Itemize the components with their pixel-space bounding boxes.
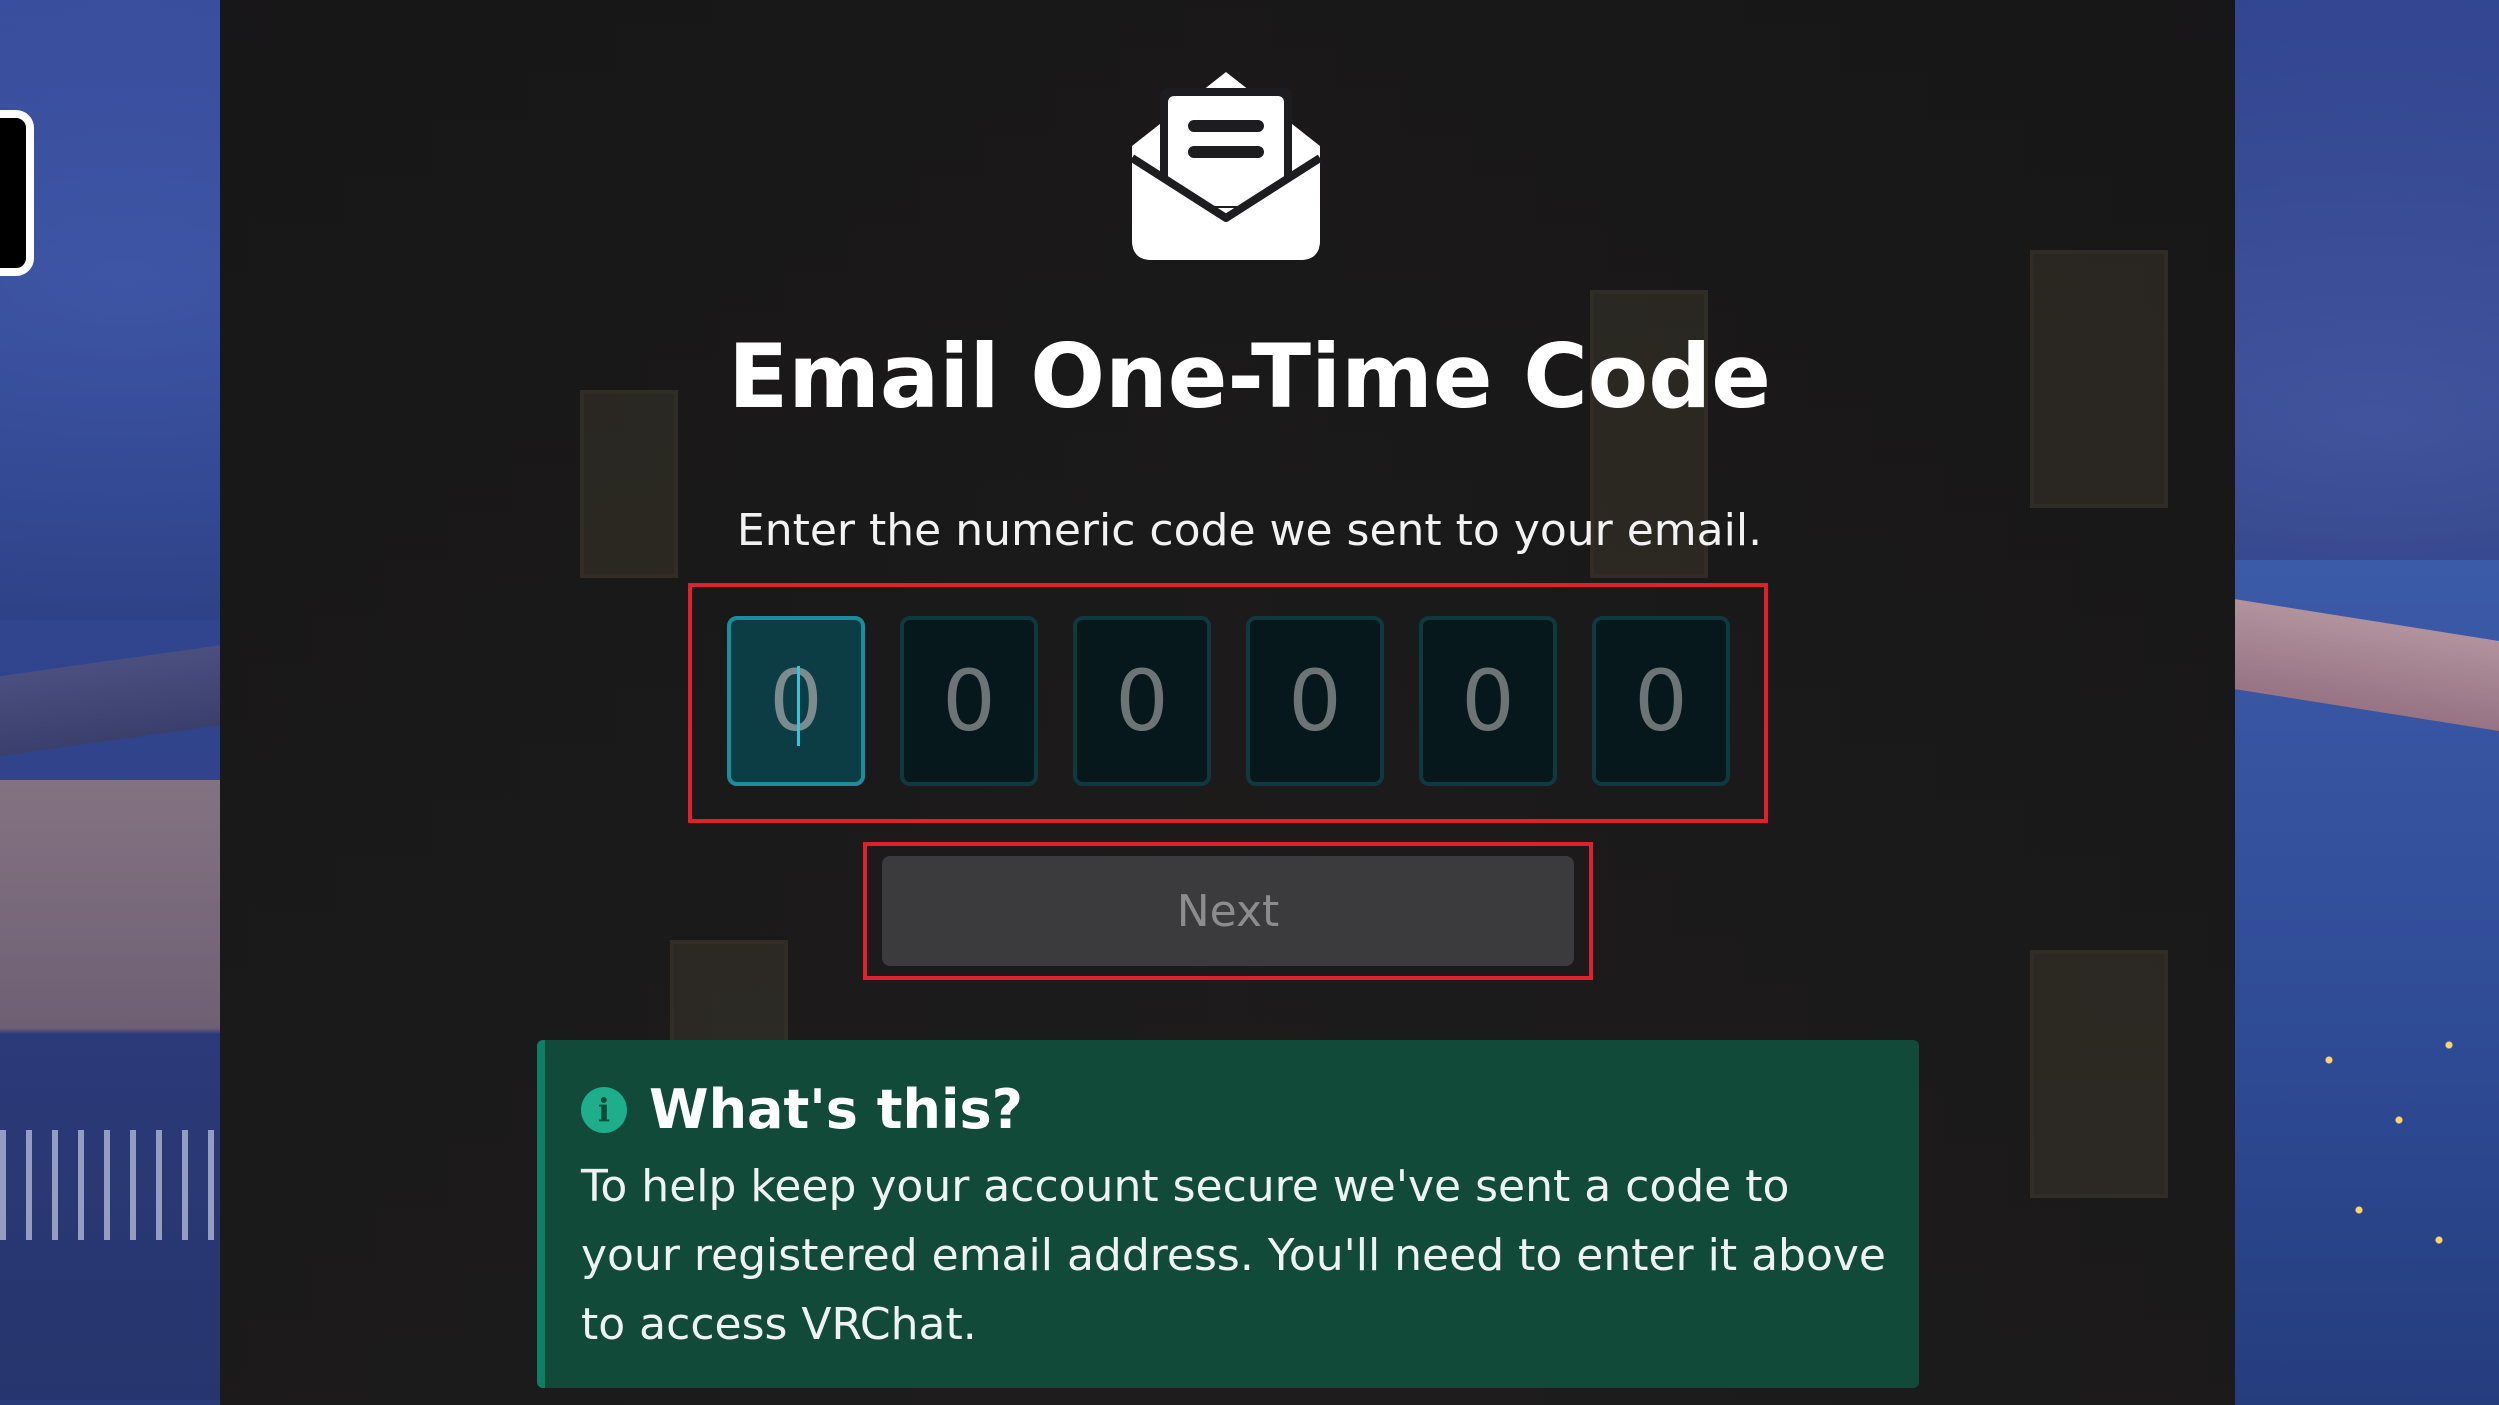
background-left-porch (0, 780, 230, 1400)
code-digit-4[interactable]: 0 (1246, 616, 1384, 786)
code-digit-placeholder: 0 (1115, 652, 1169, 750)
info-title: What's this? (649, 1078, 1023, 1141)
code-digit-6[interactable]: 0 (1592, 616, 1730, 786)
code-digit-placeholder: 0 (1461, 652, 1515, 750)
info-box: i What's this? To help keep your account… (537, 1040, 1919, 1388)
background-string-lights (2289, 1000, 2489, 1300)
info-header: i What's this? (581, 1078, 1023, 1141)
page-title: Email One-Time Code (728, 325, 1771, 428)
code-digit-placeholder: 0 (942, 652, 996, 750)
code-digit-3[interactable]: 0 (1073, 616, 1211, 786)
code-digit-5[interactable]: 0 (1419, 616, 1557, 786)
background-window (2030, 950, 2168, 1198)
info-circle-icon: i (581, 1086, 627, 1133)
left-edge-panel-tab (0, 110, 34, 276)
code-digit-1[interactable]: 0 (727, 616, 865, 786)
page-subtitle: Enter the numeric code we sent to your e… (736, 505, 1763, 556)
code-digit-2[interactable]: 0 (900, 616, 1038, 786)
page: Email One-Time Code Enter the numeric co… (0, 0, 2499, 1405)
code-input-group: 0 0 0 0 0 0 (727, 616, 1730, 786)
background-left-railing (0, 1130, 230, 1240)
info-body-text: To help keep your account secure we've s… (581, 1161, 1887, 1350)
code-digit-placeholder: 0 (769, 652, 823, 750)
text-caret (797, 666, 800, 746)
code-digit-placeholder: 0 (1288, 652, 1342, 750)
next-button[interactable]: Next (882, 856, 1574, 966)
open-envelope-icon (1120, 50, 1332, 262)
code-digit-placeholder: 0 (1634, 652, 1688, 750)
